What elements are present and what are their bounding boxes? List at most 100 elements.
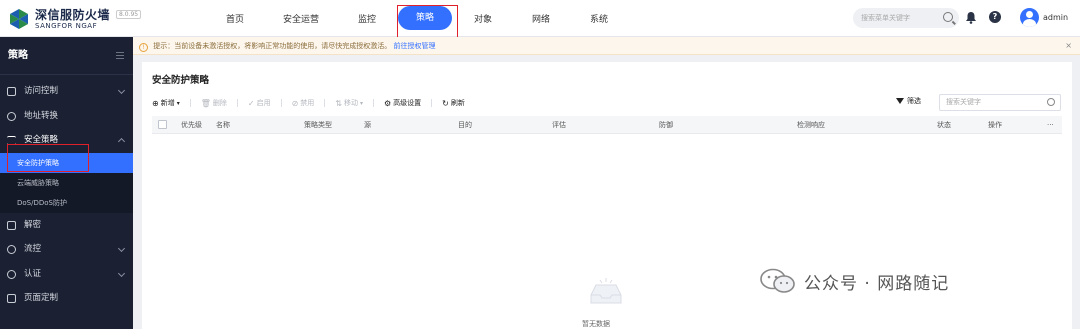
refresh-icon: ↻	[442, 98, 449, 108]
disable-button[interactable]: ⊘ 禁用	[292, 98, 315, 108]
avatar[interactable]	[1020, 8, 1039, 27]
funnel-icon	[896, 98, 904, 104]
col-assessment[interactable]: 评估	[552, 116, 566, 134]
globe-icon	[7, 111, 16, 121]
col-source[interactable]: 源	[364, 116, 371, 134]
keyword-search-input[interactable]: 搜索关键字	[939, 94, 1061, 111]
search-icon[interactable]	[1047, 98, 1055, 106]
sidebar-item-auth[interactable]: 认证	[0, 262, 133, 287]
empty-state-text: 暂无数据	[582, 320, 610, 328]
refresh-label: 刷新	[450, 99, 465, 107]
sidebar-subitem-ddos[interactable]: DoS/DDoS防护	[0, 192, 133, 213]
sidebar-item-label: 访问控制	[24, 86, 59, 96]
license-notice: ! 提示：当前设备未激活授权，将影响正常功能的使用，请尽快完成授权激活。 前往授…	[133, 37, 1080, 55]
caret-down-icon: ▾	[176, 99, 180, 107]
nav-objects[interactable]: 对象	[474, 12, 492, 25]
sidebar-item-decrypt[interactable]: 解密	[0, 213, 133, 238]
page-icon	[7, 294, 16, 303]
user-name[interactable]: admin	[1043, 13, 1068, 22]
nav-network[interactable]: 网络	[532, 12, 550, 25]
sidebar-item-label: 页面定制	[24, 293, 59, 303]
trash-icon: 🗑	[200, 98, 211, 108]
nav-security-ops[interactable]: 安全运营	[283, 12, 319, 25]
wechat-icon	[760, 268, 795, 293]
col-destination[interactable]: 目的	[458, 116, 472, 134]
enable-button[interactable]: ✓ 启用	[248, 98, 271, 108]
nav-system[interactable]: 系统	[590, 12, 608, 25]
col-policy-type[interactable]: 策略类型	[304, 116, 332, 134]
col-name[interactable]: 名称	[216, 116, 230, 134]
search-icon[interactable]	[943, 12, 953, 22]
divider	[324, 99, 326, 107]
bell-icon[interactable]	[965, 11, 977, 24]
caret-down-icon: ▾	[359, 99, 363, 107]
divider	[431, 99, 433, 107]
sidebar-item-label: 认证	[24, 268, 42, 279]
ban-icon: ⊘	[291, 98, 299, 108]
sidebar-item-nat[interactable]: 地址转换	[0, 104, 133, 129]
gear-icon: ⚙	[384, 98, 392, 108]
nav-monitor[interactable]: 监控	[358, 12, 376, 25]
brand-subtitle: SANGFOR NGAF	[35, 21, 98, 30]
divider	[236, 99, 238, 107]
col-status[interactable]: 状态	[937, 116, 951, 134]
brand-name: 深信服防火墙	[35, 7, 111, 22]
access-control-icon	[7, 87, 16, 96]
menu-search-placeholder: 搜索菜单关键字	[861, 14, 910, 22]
sidebar-item-flow-control[interactable]: 流控	[0, 237, 133, 262]
advanced-settings-button[interactable]: ⚙ 高级设置	[384, 98, 421, 108]
col-priority[interactable]: 优先级	[181, 116, 202, 134]
sidebar-item-access-control[interactable]: 访问控制	[0, 79, 133, 104]
collapse-menu-icon[interactable]	[116, 52, 124, 59]
help-icon[interactable]: ?	[989, 11, 1001, 23]
new-label: 新增	[160, 99, 175, 107]
sidebar-subitem-label: DoS/DDoS防护	[17, 198, 67, 207]
close-icon[interactable]: ×	[1065, 37, 1072, 55]
flow-icon	[7, 245, 16, 254]
watermark: 公众号 · 网路随记	[760, 268, 949, 294]
sidebar-title: 策略	[0, 37, 133, 75]
column-settings-icon[interactable]: ···	[1047, 116, 1054, 134]
col-defense[interactable]: 防御	[659, 116, 673, 134]
delete-label: 删除	[212, 99, 227, 107]
chevron-up-icon	[117, 137, 126, 146]
advanced-label: 高级设置	[393, 99, 422, 107]
refresh-button[interactable]: ↻ 刷新	[442, 98, 465, 108]
sidebar-item-label: 流控	[24, 244, 42, 254]
sangfor-logo-icon	[10, 9, 28, 29]
divider	[373, 99, 374, 107]
table-header: 优先级 名称 策略类型 源 目的 评估 防御 检测响应 状态 操作 ···	[152, 116, 1062, 134]
select-all-checkbox[interactable]	[158, 120, 167, 129]
shield-icon	[7, 269, 16, 279]
sidebar: 策略 访问控制 地址转换 安全策略 安全防护策略 云端威胁策略 DoS/DDoS…	[0, 37, 133, 329]
delete-button[interactable]: 🗑 删除	[201, 98, 227, 108]
move-icon: ⇅	[335, 98, 342, 108]
filter-button[interactable]: 筛选	[896, 96, 921, 106]
menu-search-input[interactable]: 搜索菜单关键字	[853, 8, 959, 28]
license-link[interactable]: 前往授权管理	[393, 42, 435, 50]
sidebar-subitem-cloud-threat[interactable]: 云端威胁策略	[0, 172, 133, 193]
chevron-down-icon	[117, 269, 126, 277]
sidebar-subitem-label: 云端威胁策略	[17, 178, 59, 187]
col-actions[interactable]: 操作	[988, 116, 1002, 134]
col-detection-response[interactable]: 检测响应	[797, 116, 825, 134]
sidebar-highlight-box	[7, 144, 89, 172]
page-title: 安全防护策略	[152, 75, 210, 86]
nav-highlight-box	[397, 5, 458, 39]
sidebar-item-page-custom[interactable]: 页面定制	[0, 286, 133, 311]
chevron-down-icon	[117, 244, 126, 253]
enable-label: 启用	[256, 99, 271, 107]
add-icon: ⊕	[152, 98, 159, 108]
warning-icon: !	[139, 43, 148, 52]
check-icon: ✓	[247, 98, 255, 108]
watermark-text: 公众号 · 网路随记	[804, 273, 950, 294]
brand[interactable]: 深信服防火墙 SANGFOR NGAF 8.0.95	[8, 6, 142, 32]
sidebar-item-label: 地址转换	[24, 110, 59, 121]
nav-home[interactable]: 首页	[226, 12, 244, 25]
move-button[interactable]: ⇅ 移动 ▾	[335, 98, 363, 108]
toolbar: ⊕ 新增 ▾ 🗑 删除 ✓ 启用 ⊘ 禁用 ⇅ 移动 ▾ ⚙ 高级设置 ↻ 刷新	[152, 96, 475, 110]
sidebar-item-label: 解密	[24, 219, 42, 230]
divider	[280, 99, 282, 107]
empty-inbox-icon	[590, 278, 622, 304]
new-button[interactable]: ⊕ 新增 ▾	[152, 98, 180, 108]
